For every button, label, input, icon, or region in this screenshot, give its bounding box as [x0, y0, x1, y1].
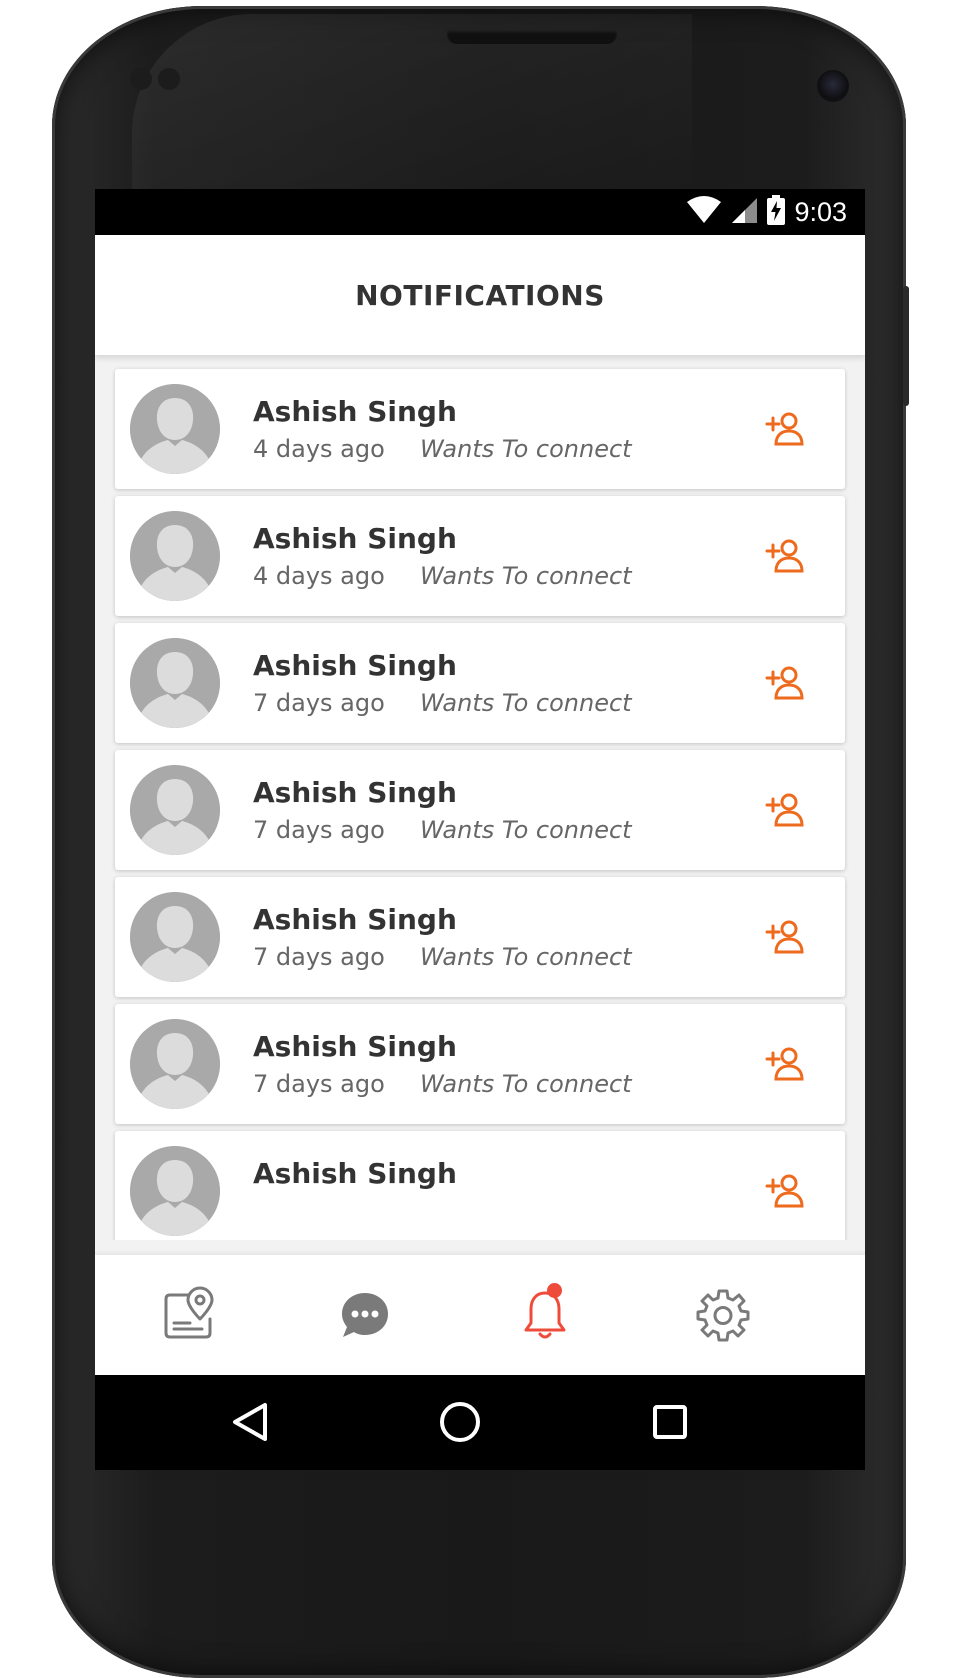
avatar: [130, 511, 220, 601]
avatar: [130, 1146, 220, 1236]
chat-bubble-icon[interactable]: [335, 1285, 395, 1345]
back-icon[interactable]: [225, 1397, 275, 1447]
home-icon[interactable]: [435, 1397, 485, 1447]
notification-time: 4 days ago: [253, 435, 385, 463]
front-camera: [817, 70, 849, 102]
avatar: [130, 638, 220, 728]
add-user-icon[interactable]: [765, 1171, 805, 1211]
recents-icon[interactable]: [645, 1397, 695, 1447]
notification-message: Wants To connect: [420, 1070, 632, 1098]
notification-message: Wants To connect: [420, 816, 632, 844]
power-button: [903, 286, 909, 406]
cellular-signal-icon: [730, 196, 758, 228]
notification-message: Wants To connect: [420, 689, 632, 717]
battery-charging-icon: [766, 195, 786, 229]
add-user-icon[interactable]: [765, 536, 805, 576]
contact-name: Ashish Singh: [253, 1030, 457, 1063]
notification-message: Wants To connect: [420, 943, 632, 971]
contact-name: Ashish Singh: [253, 903, 457, 936]
notification-list[interactable]: Ashish Singh 4 days ago Wants To connect…: [95, 355, 865, 1240]
notification-card[interactable]: Ashish Singh 7 days ago Wants To connect: [115, 877, 845, 997]
gear-icon[interactable]: [693, 1285, 753, 1345]
notification-time: 4 days ago: [253, 562, 385, 590]
app-header: NOTIFICATIONS: [95, 235, 865, 355]
contact-name: Ashish Singh: [253, 1157, 457, 1190]
avatar: [130, 892, 220, 982]
page-title: NOTIFICATIONS: [355, 278, 605, 312]
bottom-navigation: [95, 1255, 865, 1375]
notification-message: Wants To connect: [420, 562, 632, 590]
add-user-icon[interactable]: [765, 790, 805, 830]
notification-time: 7 days ago: [253, 1070, 385, 1098]
system-navigation-bar: [95, 1375, 865, 1470]
contact-name: Ashish Singh: [253, 395, 457, 428]
notification-time: 7 days ago: [253, 689, 385, 717]
wifi-icon: [686, 196, 722, 228]
notification-card[interactable]: Ashish Singh 7 days ago Wants To connect: [115, 750, 845, 870]
notification-time: 7 days ago: [253, 943, 385, 971]
proximity-sensor: [130, 68, 152, 90]
phone-frame: 9:03 NOTIFICATIONS Ashish Singh 4 days a…: [52, 6, 909, 1678]
light-sensor: [158, 68, 180, 90]
add-user-icon[interactable]: [765, 663, 805, 703]
contact-name: Ashish Singh: [253, 776, 457, 809]
notification-card[interactable]: Ashish Singh 7 days ago Wants To connect: [115, 623, 845, 743]
add-user-icon[interactable]: [765, 917, 805, 957]
avatar: [130, 1019, 220, 1109]
notification-card[interactable]: Ashish Singh 7 days ago Wants To connect: [115, 1004, 845, 1124]
notification-card[interactable]: Ashish Singh 4 days ago Wants To connect: [115, 496, 845, 616]
notification-message: Wants To connect: [420, 435, 632, 463]
notification-time: 7 days ago: [253, 816, 385, 844]
earpiece-speaker: [447, 30, 617, 44]
notification-badge: [547, 1283, 562, 1298]
screen: 9:03 NOTIFICATIONS Ashish Singh 4 days a…: [95, 189, 865, 1470]
notification-card[interactable]: Ashish Singh: [115, 1131, 845, 1240]
add-user-icon[interactable]: [765, 1044, 805, 1084]
contact-name: Ashish Singh: [253, 522, 457, 555]
notification-card[interactable]: Ashish Singh 4 days ago Wants To connect: [115, 369, 845, 489]
map-location-icon[interactable]: [160, 1285, 220, 1345]
contact-name: Ashish Singh: [253, 649, 457, 682]
add-user-icon[interactable]: [765, 409, 805, 449]
avatar: [130, 765, 220, 855]
status-time: 9:03: [794, 196, 847, 227]
avatar: [130, 384, 220, 474]
status-bar: 9:03: [95, 189, 865, 235]
bell-icon[interactable]: [515, 1283, 575, 1345]
